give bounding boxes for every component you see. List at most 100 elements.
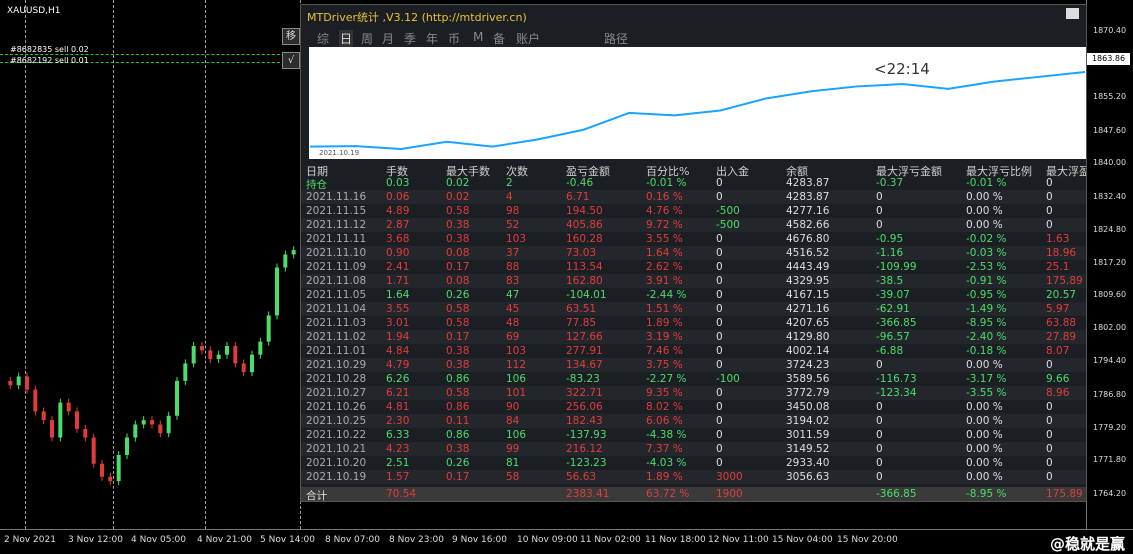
candle [116, 454, 121, 482]
price-tick: 1764.20 [1093, 489, 1127, 498]
tab-8[interactable]: 备 [493, 30, 505, 47]
table-row[interactable]: 2021.11.15 4.89 0.58 98 194.50 4.76 % -500 4277… [301, 204, 1086, 218]
tab-0[interactable]: 综 [317, 30, 329, 47]
tab-5[interactable]: 年 [426, 30, 438, 47]
table-cell: -4.03 % [646, 457, 687, 469]
table-cell: 0.00 % [966, 429, 1003, 441]
tab-3[interactable]: 月 [382, 30, 394, 47]
table-row[interactable]: 2021.11.02 1.94 0.17 69 127.66 3.19 % 0 4129.80… [301, 330, 1086, 344]
table-cell: -123.34 [876, 387, 917, 399]
table-cell: 56.63 [566, 471, 597, 483]
table-cell: -96.57 [876, 331, 910, 343]
table-row[interactable]: 2021.10.19 1.57 0.17 58 56.63 1.89 % 3000 3056.… [301, 470, 1086, 484]
table-cell: 127.66 [566, 331, 603, 343]
candle [275, 267, 279, 316]
table-cell: 9.35 % [646, 387, 683, 399]
table-cell: -104.01 [566, 289, 607, 301]
total-pct: 63.72 % [646, 488, 690, 500]
table-row[interactable]: 2021.11.03 3.01 0.58 48 77.85 1.89 % 0 4207.65 -… [301, 316, 1086, 330]
total-deposit: 1900 [716, 488, 743, 500]
table-row[interactable]: 2021.10.29 4.79 0.38 112 134.67 3.75 % 0 3724.2… [301, 358, 1086, 372]
candle [66, 402, 71, 412]
table-row[interactable]: 2021.11.16 0.06 0.02 4 6.71 0.16 % 0 4283.87 0 0.… [301, 190, 1086, 204]
price-tick: 1870.40 [1093, 26, 1127, 35]
table-cell: 2021.11.04 [306, 303, 367, 315]
table-cell: 2.62 % [646, 261, 683, 273]
table-cell: 2021.11.15 [306, 205, 367, 217]
table-cell: 6.33 [386, 429, 410, 441]
candle [108, 476, 113, 482]
table-row[interactable]: 2021.11.05 1.64 0.26 47 -104.01 -2.44 % 0 4167.… [301, 288, 1086, 302]
table-cell: 194.50 [566, 205, 603, 217]
table-cell: 3056.63 [786, 471, 830, 483]
tab-6[interactable]: 币 [448, 30, 460, 47]
table-cell: -500 [716, 219, 740, 231]
table-row[interactable]: 2021.10.26 4.81 0.86 90 256.06 8.02 % 0 3450.08… [301, 400, 1086, 414]
table-row[interactable]: 2021.11.10 0.90 0.08 37 73.03 1.64 % 0 4516.52 -… [301, 246, 1086, 260]
table-cell: 4.84 [386, 345, 410, 357]
table-cell: 3.91 % [646, 275, 683, 287]
table-cell: 175.89 [1046, 275, 1083, 287]
move-button[interactable]: 移 [282, 28, 300, 45]
table-row[interactable]: 2021.10.20 2.51 0.26 81 -123.23 -4.03 % 0 2933.… [301, 456, 1086, 470]
table-cell: 0 [876, 471, 883, 483]
table-cell: 6.71 [566, 191, 590, 203]
price-tick: 1809.60 [1093, 290, 1127, 299]
table-cell: 9.72 % [646, 219, 683, 231]
table-cell: -500 [716, 205, 740, 217]
table-row[interactable]: 2021.10.25 2.30 0.11 84 182.43 6.06 % 0 3194.02… [301, 414, 1086, 428]
table-cell: 103 [506, 345, 527, 357]
table-cell: 3.55 [386, 303, 410, 315]
tab-9[interactable]: 账户 [516, 30, 540, 47]
table-row[interactable]: 2021.10.22 6.33 0.86 106 -137.93 -4.38 % 0 3011… [301, 428, 1086, 442]
table-row[interactable]: 2021.11.04 3.55 0.58 45 63.51 1.51 % 0 4271.16 -… [301, 302, 1086, 316]
table-cell: 0.58 [446, 317, 470, 329]
table-row[interactable]: 2021.11.12 2.87 0.38 52 405.86 9.72 % -500 4582… [301, 218, 1086, 232]
table-cell: 48 [506, 317, 520, 329]
tab-7[interactable]: M [473, 30, 483, 44]
table-cell: 4271.16 [786, 303, 830, 315]
panel-tabs: 综日周月季年币 M 备账户 路径 [301, 27, 1086, 47]
table-cell: 3.01 [386, 317, 410, 329]
tab-2[interactable]: 周 [361, 30, 373, 47]
table-cell: 84 [506, 415, 520, 427]
close-icon[interactable] [1066, 8, 1079, 19]
table-cell: 4167.15 [786, 289, 830, 301]
table-cell: 58 [506, 471, 520, 483]
table-cell: 0 [716, 275, 723, 287]
table-cell: -1.16 [876, 247, 904, 259]
current-price-tag: 1863.86 [1087, 53, 1130, 65]
table-cell: -0.95 % [966, 289, 1007, 301]
tab-10[interactable]: 路径 [604, 30, 628, 47]
table-cell: 27.89 [1046, 331, 1077, 343]
tab-1[interactable]: 日 [339, 30, 354, 47]
tab-4[interactable]: 季 [404, 30, 416, 47]
table-cell: 4.89 [386, 205, 410, 217]
table-cell: -0.46 [566, 177, 594, 189]
table-cell: 2021.10.22 [306, 429, 367, 441]
table-row[interactable]: 2021.11.08 1.71 0.08 83 162.80 3.91 % 0 4329.95… [301, 274, 1086, 288]
table-cell: 103 [506, 233, 527, 245]
table-row[interactable]: 2021.10.27 6.21 0.58 101 322.71 9.35 % 0 3772.7… [301, 386, 1086, 400]
table-cell: 3724.23 [786, 359, 830, 371]
table-row[interactable]: 2021.11.01 4.84 0.38 103 277.91 7.46 % 0 4002.1… [301, 344, 1086, 358]
table-cell: 47 [506, 289, 520, 301]
table-cell: 0 [876, 429, 883, 441]
table-cell: 0.02 [446, 177, 470, 189]
table-row[interactable]: 2021.11.09 2.41 0.17 88 113.54 2.62 % 0 4443.49… [301, 260, 1086, 274]
table-header: 日期 手数 最大手数 次数 盈亏金额 百分比% 出入金 余额 最大浮亏金额 最大浮亏比例 最大浮盈 [301, 162, 1086, 178]
candle [133, 424, 138, 438]
table-row[interactable]: 2021.11.11 3.68 0.38 103 160.28 3.55 % 0 4676.8… [301, 232, 1086, 246]
candle [100, 463, 104, 477]
table-row[interactable]: 2021.10.21 4.23 0.38 99 216.12 7.37 % 0 3149.52… [301, 442, 1086, 456]
time-tick: 5 Nov 14:00 [260, 535, 315, 545]
time-tick: 11 Nov 02:00 [580, 535, 641, 545]
total-max-dd-pct: -8.95 % [966, 488, 1007, 500]
table-row[interactable]: 2021.10.28 6.26 0.86 106 -83.23 -2.27 % -100 35… [301, 372, 1086, 386]
table-cell: 2.87 [386, 219, 410, 231]
table-cell: -0.03 % [966, 247, 1007, 259]
check-button[interactable]: √ [282, 52, 300, 69]
table-row[interactable]: 持仓 0.03 0.02 2 -0.46 -0.01 % 0 4283.87 -0.37 -0.0… [301, 176, 1086, 191]
table-cell: 6.21 [386, 387, 410, 399]
time-tick: 12 Nov 11:00 [708, 535, 769, 545]
